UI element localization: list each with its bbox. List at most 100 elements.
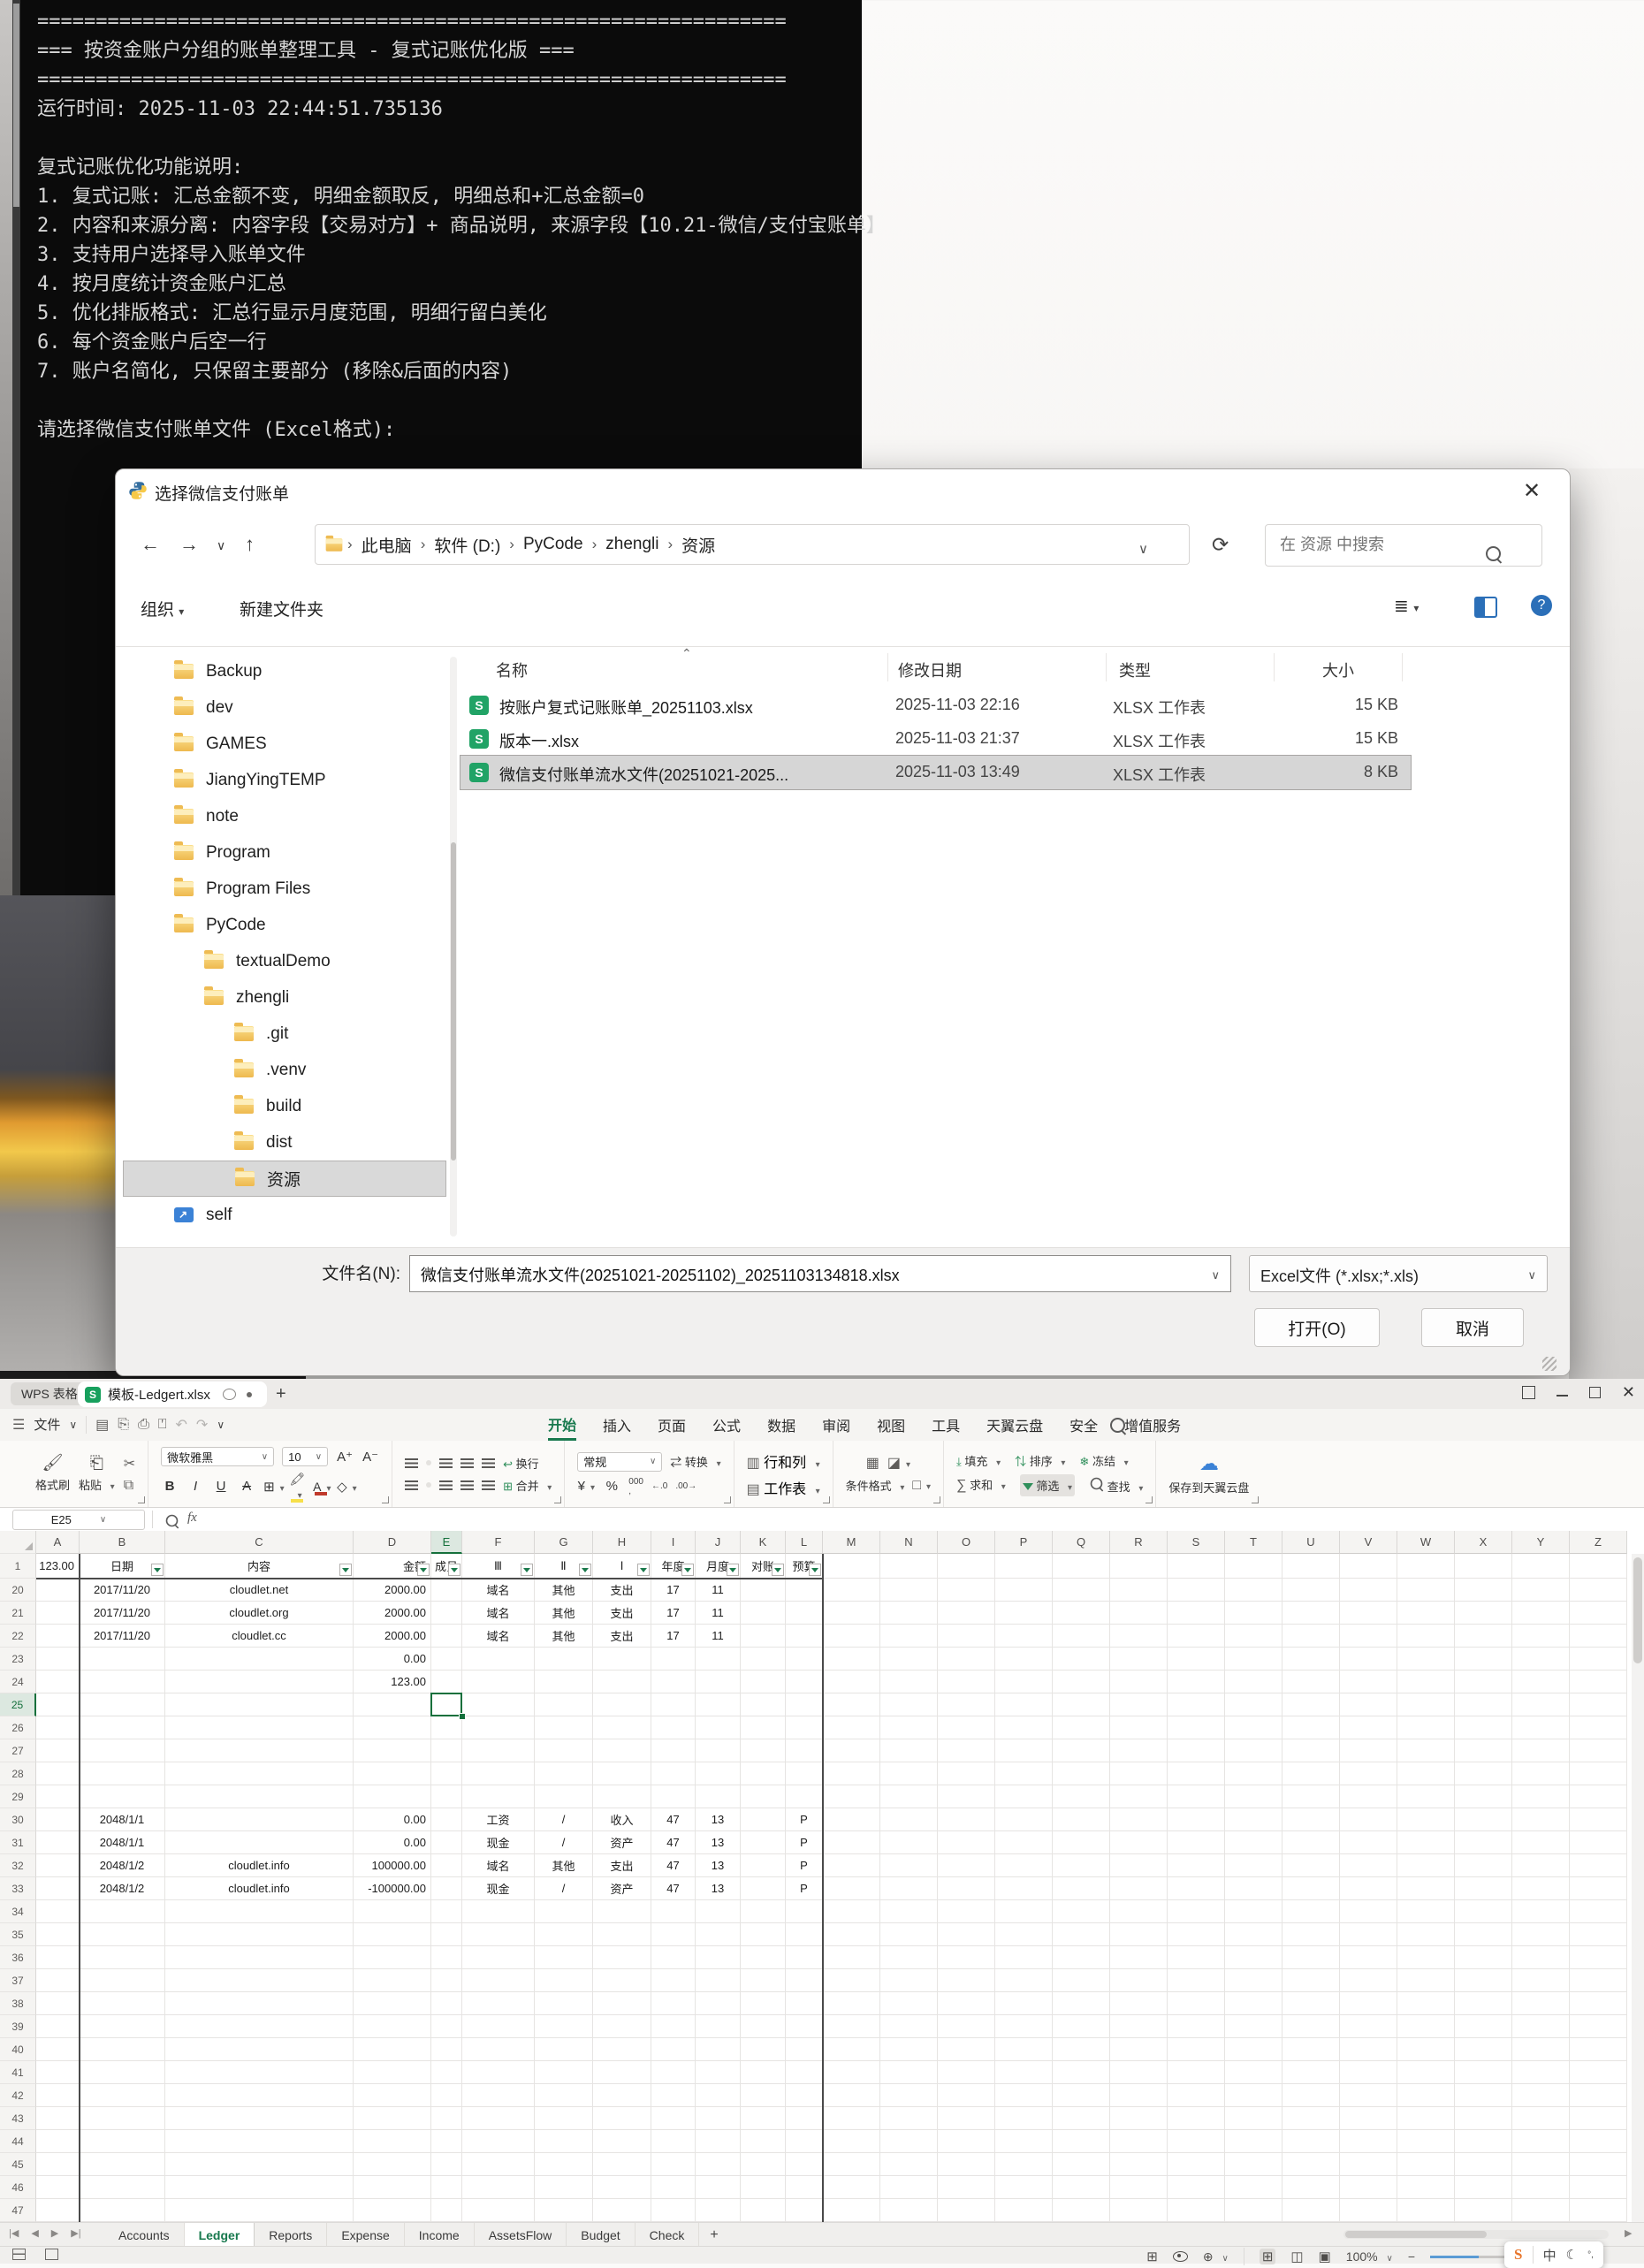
cell-X25[interactable] (1455, 1693, 1512, 1716)
cell-I20[interactable]: 17 (651, 1579, 696, 1602)
cell-O35[interactable] (938, 1923, 995, 1946)
cell-F46[interactable] (462, 2176, 535, 2199)
cell-U45[interactable] (1282, 2153, 1340, 2176)
cell-F36[interactable] (462, 1946, 535, 1969)
comment-bubble-icon[interactable] (223, 1389, 236, 1400)
cell-X43[interactable] (1455, 2107, 1512, 2130)
cell-C25[interactable] (165, 1693, 354, 1716)
cell-K45[interactable] (741, 2153, 786, 2176)
cell-M29[interactable] (823, 1785, 880, 1808)
cell-V26[interactable] (1340, 1716, 1397, 1739)
column-header-H[interactable]: H (593, 1531, 651, 1554)
cell-D35[interactable] (354, 1923, 431, 1946)
cell-I29[interactable] (651, 1785, 696, 1808)
cell-Q28[interactable] (1053, 1762, 1110, 1785)
cell-M20[interactable] (823, 1579, 880, 1602)
address-dropdown-icon[interactable]: ∨ (1138, 541, 1148, 557)
cell-J40[interactable] (696, 2038, 741, 2061)
cell-R21[interactable] (1110, 1602, 1168, 1625)
cell-B43[interactable] (80, 2107, 165, 2130)
cell-Q27[interactable] (1053, 1739, 1110, 1762)
page-layout-icon[interactable]: ▣ (1319, 2249, 1331, 2264)
cell-F45[interactable] (462, 2153, 535, 2176)
cell-F20[interactable]: 域名 (462, 1579, 535, 1602)
cell-W41[interactable] (1397, 2061, 1455, 2084)
cell-Z30[interactable] (1570, 1808, 1627, 1831)
menu-tab-天翼云盘[interactable]: 天翼云盘 (986, 1409, 1043, 1441)
print-icon[interactable]: ⎙ (138, 1417, 149, 1433)
cell-T37[interactable] (1225, 1969, 1282, 1992)
cell-L1[interactable]: 预算 (786, 1554, 823, 1579)
cell-V47[interactable] (1340, 2199, 1397, 2222)
table-style-icon[interactable]: ▦ (866, 1454, 879, 1472)
cell-C33[interactable]: cloudlet.info (165, 1877, 354, 1900)
cell-X20[interactable] (1455, 1579, 1512, 1602)
cell-L39[interactable] (786, 2015, 823, 2038)
cell-F47[interactable] (462, 2199, 535, 2222)
column-header-Z[interactable]: Z (1570, 1531, 1627, 1554)
cell-I21[interactable]: 17 (651, 1602, 696, 1625)
cell-P21[interactable] (995, 1602, 1053, 1625)
cell-P30[interactable] (995, 1808, 1053, 1831)
recent-chevron-icon[interactable]: ∨ (217, 538, 225, 553)
cell-F44[interactable] (462, 2130, 535, 2153)
cell-X22[interactable] (1455, 1625, 1512, 1648)
cell-W32[interactable] (1397, 1854, 1455, 1877)
cell-T40[interactable] (1225, 2038, 1282, 2061)
cell-A21[interactable] (36, 1602, 80, 1625)
format-as-table-icon[interactable]: □▾ (912, 1478, 931, 1494)
cell-P36[interactable] (995, 1946, 1053, 1969)
column-header-S[interactable]: S (1168, 1531, 1225, 1554)
cell-P44[interactable] (995, 2130, 1053, 2153)
cell-I36[interactable] (651, 1946, 696, 1969)
cell-X35[interactable] (1455, 1923, 1512, 1946)
cell-L47[interactable] (786, 2199, 823, 2222)
cell-I31[interactable]: 47 (651, 1831, 696, 1854)
cell-G38[interactable] (535, 1992, 593, 2015)
tree-item-Backup[interactable]: Backup (123, 653, 446, 689)
cell-G46[interactable] (535, 2176, 593, 2199)
cell-D39[interactable] (354, 2015, 431, 2038)
cell-L31[interactable]: P (786, 1831, 823, 1854)
cell-N24[interactable] (880, 1671, 938, 1693)
column-header-D[interactable]: D (354, 1531, 431, 1554)
cell-X44[interactable] (1455, 2130, 1512, 2153)
cell-X23[interactable] (1455, 1648, 1512, 1671)
bold-button[interactable]: B (161, 1479, 179, 1494)
cell-K25[interactable] (741, 1693, 786, 1716)
cell-N23[interactable] (880, 1648, 938, 1671)
highlight-color-icon[interactable]: 🖍︎▾ (289, 1472, 305, 1501)
cell-D28[interactable] (354, 1762, 431, 1785)
tree-item-build[interactable]: build (123, 1088, 446, 1124)
filename-input[interactable] (419, 1264, 1191, 1284)
align-top-icon[interactable] (405, 1458, 418, 1468)
cell-U31[interactable] (1282, 1831, 1340, 1854)
cell-S40[interactable] (1168, 2038, 1225, 2061)
cell-A1[interactable]: 123.00 (36, 1554, 80, 1579)
cell-R32[interactable] (1110, 1854, 1168, 1877)
horizontal-scrollbar-thumb[interactable] (1345, 2231, 1487, 2238)
cell-R34[interactable] (1110, 1900, 1168, 1923)
cell-N47[interactable] (880, 2199, 938, 2222)
cell-L42[interactable] (786, 2084, 823, 2107)
cell-T30[interactable] (1225, 1808, 1282, 1831)
cell-L21[interactable] (786, 1602, 823, 1625)
filetype-select[interactable]: Excel文件 (*.xlsx;*.xls) ∨ (1249, 1255, 1548, 1292)
cell-K38[interactable] (741, 1992, 786, 2015)
cell-Q25[interactable] (1053, 1693, 1110, 1716)
cell-D43[interactable] (354, 2107, 431, 2130)
cell-N32[interactable] (880, 1854, 938, 1877)
close-icon[interactable]: ✕ (1518, 478, 1545, 504)
cell-Y25[interactable] (1512, 1693, 1570, 1716)
cell-S39[interactable] (1168, 2015, 1225, 2038)
cell-P24[interactable] (995, 1671, 1053, 1693)
grow-font-icon[interactable]: A⁺ (336, 1449, 354, 1465)
cell-W36[interactable] (1397, 1946, 1455, 1969)
cell-O43[interactable] (938, 2107, 995, 2130)
cell-W24[interactable] (1397, 1671, 1455, 1693)
number-format-select[interactable]: 常规∨ (577, 1452, 662, 1472)
cell-F22[interactable]: 域名 (462, 1625, 535, 1648)
cell-K41[interactable] (741, 2061, 786, 2084)
cell-Z27[interactable] (1570, 1739, 1627, 1762)
cell-N34[interactable] (880, 1900, 938, 1923)
